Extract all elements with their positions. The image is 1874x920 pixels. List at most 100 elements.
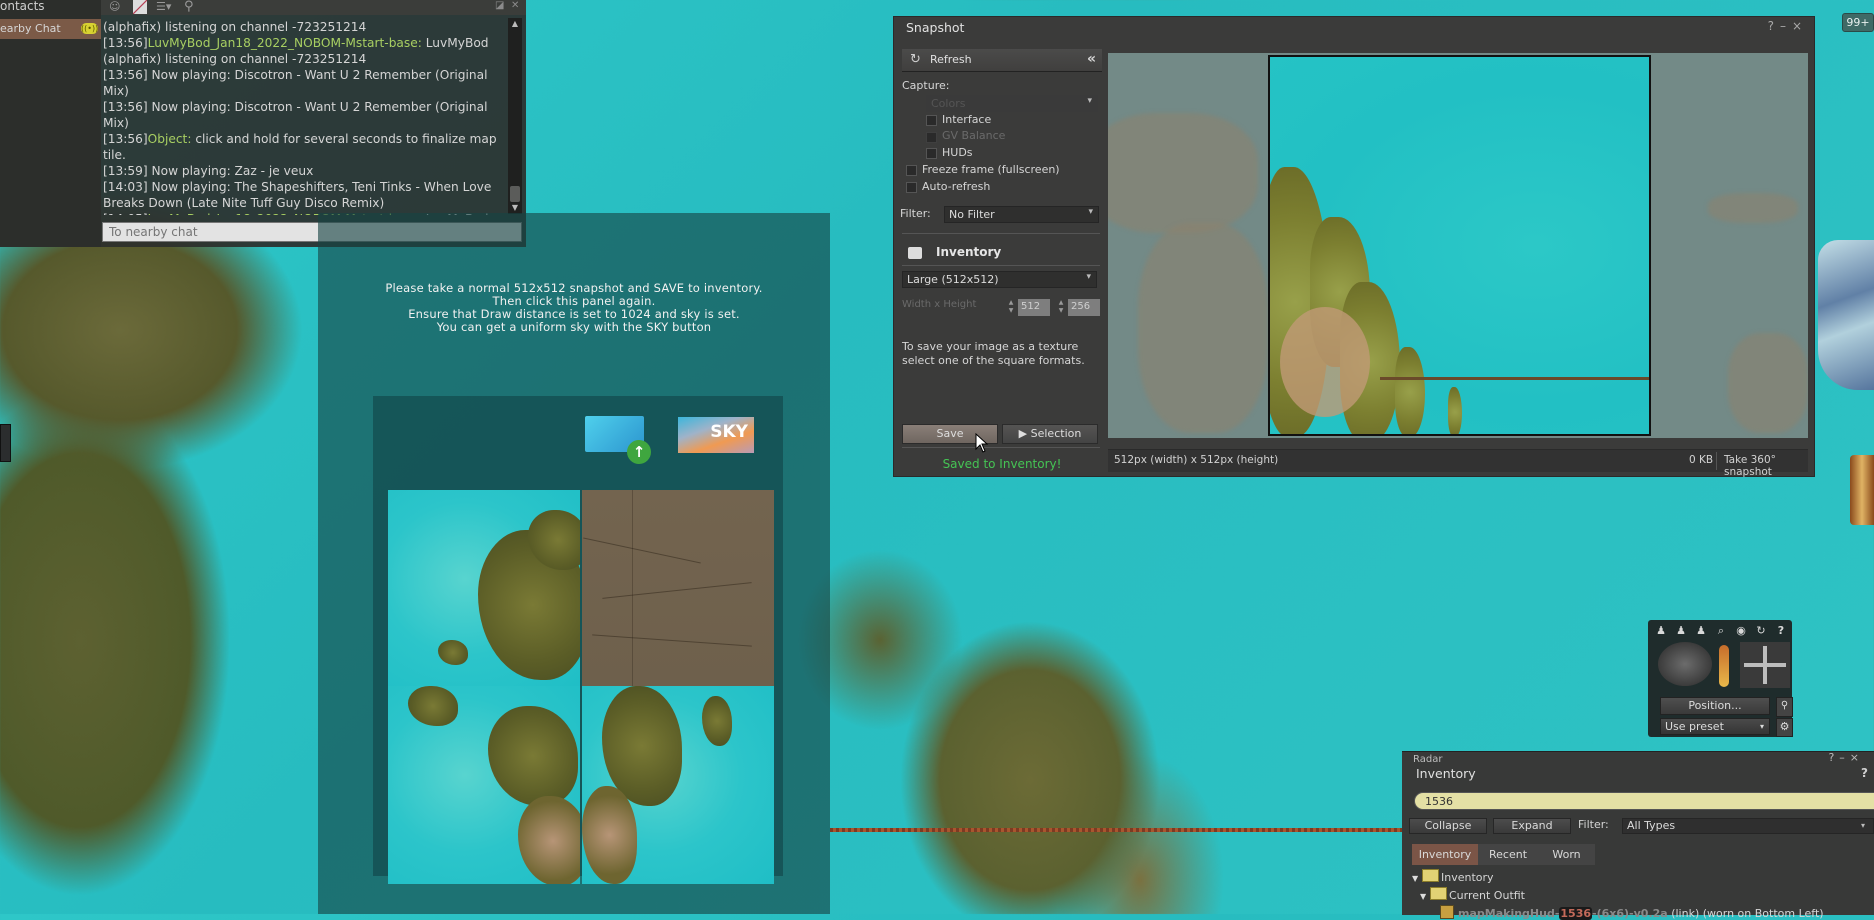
notification-badge[interactable]: 99+ bbox=[1842, 13, 1874, 32]
divider bbox=[902, 265, 1100, 266]
help-icon[interactable]: ? bbox=[1768, 19, 1780, 33]
scroll-thumb[interactable] bbox=[510, 186, 520, 202]
message-text: Now playing: Zaz - je veux bbox=[147, 164, 314, 178]
gear-icon[interactable]: ⚙ bbox=[1776, 718, 1793, 737]
radar-window-controls[interactable]: ?–× bbox=[1828, 751, 1864, 764]
folder-icon bbox=[1422, 869, 1439, 882]
undock-icon[interactable]: ◪ bbox=[495, 0, 504, 11]
hud-attachment-icon[interactable] bbox=[1850, 455, 1874, 525]
object-view-icon[interactable]: ⌕ bbox=[1712, 623, 1730, 639]
im-toggle-icon[interactable] bbox=[133, 0, 147, 14]
location-pin-icon[interactable]: ⚲ bbox=[1776, 697, 1793, 717]
mouse-cursor-icon bbox=[975, 433, 989, 453]
sidebar-item-nearby-chat[interactable]: earby Chat ((•)) bbox=[0, 19, 101, 39]
tile-land bbox=[408, 686, 458, 726]
group-view-icon[interactable]: ♟ bbox=[1672, 623, 1690, 639]
map-tile-top-left[interactable] bbox=[388, 490, 580, 688]
map-tile-bottom-right[interactable] bbox=[582, 686, 774, 884]
pan-pad[interactable] bbox=[1740, 642, 1790, 688]
refresh-button[interactable]: ↻ Refresh « bbox=[902, 49, 1102, 72]
auto-refresh-checkbox[interactable] bbox=[906, 182, 917, 193]
filter-dropdown[interactable]: No Filter ▾ bbox=[944, 206, 1099, 223]
world-hud-button-left[interactable] bbox=[0, 424, 11, 462]
chat-scrollbar[interactable]: ▲ ▼ bbox=[508, 18, 522, 214]
inventory-search-input[interactable] bbox=[1414, 792, 1874, 810]
orbit-pad[interactable] bbox=[1658, 642, 1712, 686]
image-size-dropdown[interactable]: Large (512x512) ▾ bbox=[902, 271, 1097, 288]
message-text: Now playing: Discotron - Want U 2 Rememb… bbox=[103, 68, 488, 98]
refresh-icon: ↻ bbox=[910, 52, 921, 67]
expand-button[interactable]: Expand bbox=[1493, 818, 1571, 834]
tile-land bbox=[518, 796, 580, 884]
front-view-icon[interactable]: ♟ bbox=[1652, 623, 1670, 639]
tab-recent[interactable]: Recent bbox=[1478, 844, 1538, 865]
gv-balance-label: GV Balance bbox=[942, 129, 1006, 142]
rear-view-icon[interactable]: ♟ bbox=[1692, 623, 1710, 639]
message-sender[interactable]: Object: bbox=[148, 132, 192, 146]
inventory-window: Radar ?–× Inventory ? Collapse Expand Fi… bbox=[1402, 751, 1874, 920]
world-rocks bbox=[1818, 240, 1874, 390]
divider bbox=[902, 233, 1100, 234]
huds-checkbox[interactable] bbox=[926, 148, 937, 159]
conversation-log-icon[interactable]: ☺ bbox=[109, 0, 120, 14]
selection-button[interactable]: ▶ Selection bbox=[1002, 424, 1098, 444]
gv-balance-checkbox bbox=[926, 132, 937, 143]
upload-button[interactable]: ↑ bbox=[585, 416, 651, 464]
tree-row-root[interactable]: ▼ Inventory bbox=[1412, 869, 1494, 884]
nearby-chat-label: earby Chat bbox=[0, 22, 61, 35]
file-size: 0 KB bbox=[1689, 454, 1714, 466]
message-time: [13:56] bbox=[103, 68, 148, 82]
help-icon[interactable]: ? bbox=[1772, 623, 1790, 639]
refresh-label: Refresh bbox=[930, 53, 972, 66]
folder-label: Current Outfit bbox=[1449, 889, 1525, 902]
reset-icon[interactable]: ↻ bbox=[1752, 623, 1770, 639]
window-title: Snapshot bbox=[906, 20, 965, 35]
chat-message: [13:56] Now playing: Discotron - Want U … bbox=[103, 99, 503, 131]
window-controls: ?–× bbox=[1768, 19, 1808, 33]
scroll-up-icon[interactable]: ▲ bbox=[508, 18, 522, 30]
chat-message: [13:56] Now playing: Discotron - Want U … bbox=[103, 67, 503, 99]
tile-land bbox=[488, 706, 578, 806]
expand-triangle-icon[interactable]: ▼ bbox=[1420, 892, 1430, 901]
snapshot-preview[interactable] bbox=[1108, 53, 1808, 438]
height-input: 256 bbox=[1068, 299, 1100, 316]
inventory-item[interactable]: mapMakingHud-1536-(6x6)-v0.2a (link) (wo… bbox=[1440, 905, 1824, 920]
outfit-folder-icon bbox=[1430, 887, 1447, 900]
tree-row-current-outfit[interactable]: ▼ Current Outfit bbox=[1420, 887, 1525, 902]
help-icon[interactable]: ? bbox=[1861, 766, 1868, 780]
collapse-button[interactable]: Collapse bbox=[1409, 818, 1487, 834]
chat-message: [13:56]Object: click and hold for severa… bbox=[103, 131, 503, 163]
map-tile-bottom-left[interactable] bbox=[388, 686, 580, 884]
close-icon[interactable]: ✕ bbox=[511, 0, 519, 11]
map-tile-top-right[interactable] bbox=[582, 490, 774, 688]
filter-label: Filter: bbox=[1578, 818, 1609, 831]
message-time: [14:03] bbox=[103, 180, 148, 194]
divider bbox=[902, 447, 1100, 448]
destination-title: Inventory bbox=[936, 245, 1002, 259]
zoom-slider[interactable] bbox=[1719, 645, 1729, 687]
options-menu-icon[interactable]: ☰▾ bbox=[156, 0, 171, 14]
message-time: [13:59] bbox=[103, 164, 148, 178]
sidebar-item-contacts[interactable]: ontacts bbox=[0, 0, 101, 14]
camera-preset-dropdown[interactable]: Use preset ▾ bbox=[1660, 718, 1770, 735]
position-button[interactable]: Position... bbox=[1660, 697, 1770, 715]
message-time: [14:05] bbox=[103, 212, 148, 215]
collapse-panel-icon[interactable]: « bbox=[1087, 51, 1096, 67]
mouselook-icon[interactable]: ◉ bbox=[1732, 623, 1750, 639]
message-sender[interactable]: LuvMyBod_Jan18_2022_NOBOM-Mstart-base: bbox=[148, 36, 422, 50]
capture-label: Capture: bbox=[902, 79, 950, 92]
saved-status-message: Saved to Inventory! bbox=[942, 457, 1062, 471]
search-icon[interactable]: ⚲ bbox=[184, 0, 194, 14]
expand-triangle-icon[interactable]: ▼ bbox=[1412, 874, 1422, 883]
tab-inventory[interactable]: Inventory bbox=[1412, 844, 1478, 865]
sky-button[interactable]: SKY bbox=[678, 417, 754, 453]
tab-worn[interactable]: Worn bbox=[1538, 844, 1595, 865]
filter-value: All Types bbox=[1627, 819, 1676, 832]
take-360-snapshot-button[interactable]: Take 360° snapshot bbox=[1724, 454, 1808, 478]
freeze-frame-checkbox[interactable] bbox=[906, 165, 917, 176]
close-icon[interactable]: × bbox=[1792, 19, 1808, 33]
interface-checkbox[interactable] bbox=[926, 115, 937, 126]
type-filter-dropdown[interactable]: All Types ▾ bbox=[1622, 818, 1874, 834]
voice-indicator-icon[interactable]: ((•)) bbox=[81, 23, 98, 34]
minimize-icon[interactable]: – bbox=[1780, 19, 1792, 33]
